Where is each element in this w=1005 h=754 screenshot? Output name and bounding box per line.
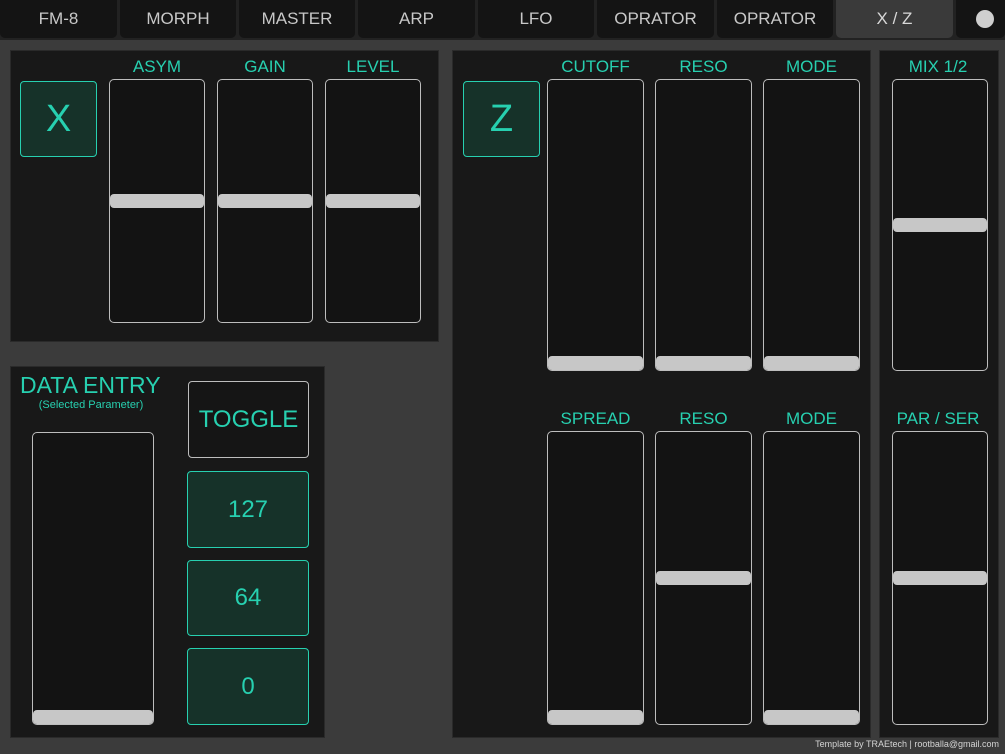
gain-fader[interactable] — [217, 79, 313, 323]
reso-top-fader-handle[interactable] — [656, 356, 751, 370]
tab-lfo[interactable]: LFO — [478, 0, 594, 38]
data-entry-fader-handle[interactable] — [33, 710, 153, 724]
footer-credit: Template by TRAEtech | rootballa@gmail.c… — [815, 739, 999, 749]
tab-arp[interactable]: ARP — [358, 0, 475, 38]
par-ser-fader-handle[interactable] — [893, 571, 987, 585]
status-dot-icon[interactable] — [976, 10, 994, 28]
tab-oprator-1[interactable]: OPRATOR — [597, 0, 714, 38]
mode-bottom-label: MODE — [786, 409, 837, 428]
spread-fader-handle[interactable] — [548, 710, 643, 724]
tab-master[interactable]: MASTER — [239, 0, 355, 38]
reso-top-fader[interactable] — [655, 79, 752, 371]
tab-morph[interactable]: MORPH — [120, 0, 236, 38]
par-ser-fader[interactable] — [892, 431, 988, 725]
cutoff-fader[interactable] — [547, 79, 644, 371]
cutoff-label: CUTOFF — [561, 57, 630, 76]
asym-label: ASYM — [132, 57, 182, 76]
mode-top-fader-handle[interactable] — [764, 356, 859, 370]
value-64-button[interactable]: 64 — [187, 560, 309, 636]
reso-bottom-fader-handle[interactable] — [656, 571, 751, 585]
asym-fader[interactable] — [109, 79, 205, 323]
z-button[interactable]: Z — [463, 81, 540, 157]
reso-bottom-fader[interactable] — [655, 431, 752, 725]
mode-bottom-fader-handle[interactable] — [764, 710, 859, 724]
tab-fm-8[interactable]: FM-8 — [0, 0, 117, 38]
level-fader[interactable] — [325, 79, 421, 323]
tab-oprator-2[interactable]: OPRATOR — [717, 0, 833, 38]
mode-top-label: MODE — [786, 57, 837, 76]
spread-fader[interactable] — [547, 431, 644, 725]
cutoff-fader-handle[interactable] — [548, 356, 643, 370]
toggle-button[interactable]: TOGGLE — [188, 381, 309, 458]
gain-label: GAIN — [244, 57, 286, 76]
value-127-button[interactable]: 127 — [187, 471, 309, 548]
data-entry-subtitle: (Selected Parameter) — [38, 399, 144, 411]
mode-top-fader[interactable] — [763, 79, 860, 371]
level-label: LEVEL — [346, 57, 400, 76]
mix-1-2-fader-handle[interactable] — [893, 218, 987, 232]
spread-label: SPREAD — [560, 409, 631, 428]
x-button[interactable]: X — [20, 81, 97, 157]
gain-fader-handle[interactable] — [218, 194, 312, 208]
data-entry-title: DATA ENTRY — [20, 372, 161, 398]
reso-bottom-label: RESO — [679, 409, 728, 428]
mode-bottom-fader[interactable] — [763, 431, 860, 725]
mix-1-2-label: MIX 1/2 — [908, 57, 968, 76]
reso-top-label: RESO — [679, 57, 728, 76]
value-0-button[interactable]: 0 — [187, 648, 309, 725]
data-entry-fader[interactable] — [32, 432, 154, 725]
par-ser-label: PAR / SER — [896, 409, 980, 428]
mix-1-2-fader[interactable] — [892, 79, 988, 371]
tab-bar: FM-8 MORPH MASTER ARP LFO OPRATOR OPRATO… — [0, 0, 1005, 40]
tab-x-z[interactable]: X / Z — [836, 0, 953, 38]
asym-fader-handle[interactable] — [110, 194, 204, 208]
level-fader-handle[interactable] — [326, 194, 420, 208]
